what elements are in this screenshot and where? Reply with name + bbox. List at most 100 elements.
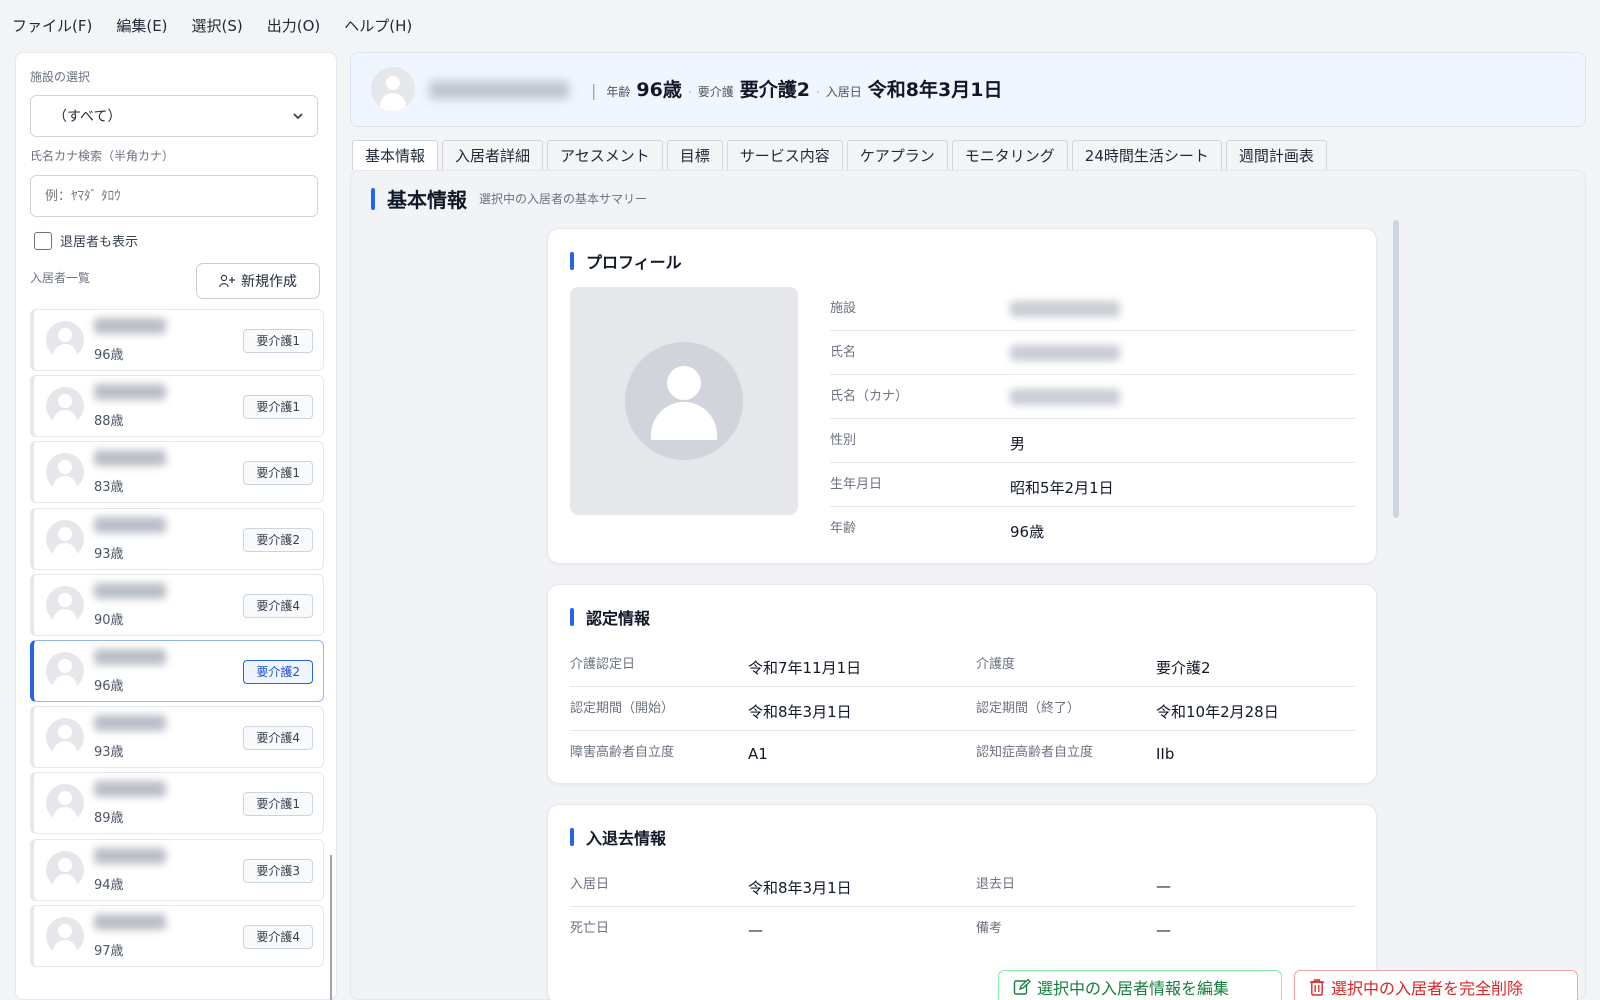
field-value: 令和7年11月1日 <box>748 659 862 677</box>
resident-list-item[interactable]: 90歳 要介護4 <box>30 573 324 636</box>
list-scrollbar[interactable] <box>330 855 332 1000</box>
delete-resident-label: 選択中の入居者を完全削除 <box>1331 979 1524 998</box>
move-in-label: 入居日 <box>825 85 862 99</box>
care-label: 要介護 <box>697 85 734 99</box>
resident-name-redacted <box>94 913 166 930</box>
summary-info: | 年齢 96歳 · 要介護 要介護2 · 入居日 令和8年3月1日 <box>581 75 1002 102</box>
tab-3[interactable]: 目標 <box>666 140 723 170</box>
facility-select[interactable]: （すべて） <box>30 95 318 137</box>
care-level-badge: 要介護4 <box>243 593 313 618</box>
menu-output[interactable]: 出力(O) <box>267 15 321 36</box>
info-row: 死亡日 — 備考 — <box>570 907 1356 951</box>
profile-row: 年齢 96歳 <box>830 507 1356 551</box>
field-label: 死亡日 <box>570 921 610 936</box>
checkbox-box[interactable] <box>34 231 52 250</box>
avatar <box>46 519 84 558</box>
tab-0[interactable]: 基本情報 <box>352 140 439 170</box>
menu-help[interactable]: ヘルプ(H) <box>344 15 412 36</box>
avatar <box>46 585 84 624</box>
profile-key: 生年月日 <box>830 477 883 492</box>
resident-list-item[interactable]: 93歳 要介護2 <box>30 507 324 570</box>
resident-list-item[interactable]: 97歳 要介護4 <box>30 904 324 967</box>
avatar <box>371 67 415 111</box>
resident-list-item[interactable]: 93歳 要介護4 <box>30 706 324 769</box>
field-value: 令和8年3月1日 <box>748 879 852 897</box>
section-title-text: 基本情報 <box>387 188 467 212</box>
facility-select-value: （すべて） <box>53 109 122 125</box>
section-title: 基本情報 選択中の入居者の基本サマリー <box>371 184 647 213</box>
resident-age: 96歳 <box>94 678 124 694</box>
avatar <box>46 784 84 823</box>
resident-list-label: 入居者一覧 <box>30 271 91 285</box>
resident-list-item[interactable]: 89歳 要介護1 <box>30 772 324 835</box>
show-retired-label: 退居者も表示 <box>60 235 139 250</box>
tab-1[interactable]: 入居者詳細 <box>442 140 544 170</box>
edit-resident-label: 選択中の入居者情報を編集 <box>1037 979 1230 998</box>
resident-list-item[interactable]: 83歳 要介護1 <box>30 441 324 504</box>
field-label: 障害高齢者自立度 <box>570 745 675 760</box>
profile-row: 氏名 <box>830 331 1356 375</box>
resident-list-item[interactable]: 94歳 要介護3 <box>30 838 324 901</box>
edit-resident-button[interactable]: 選択中の入居者情報を編集 <box>998 970 1282 1000</box>
avatar <box>46 387 84 426</box>
field-label: 認定期間（開始） <box>570 701 675 716</box>
resident-name-redacted <box>94 516 166 533</box>
resident-list-item[interactable]: 96歳 要介護1 <box>30 309 324 371</box>
moving-title: 入退去情報 <box>586 829 667 848</box>
edit-icon <box>1013 978 1031 995</box>
resident-list-item[interactable]: 88歳 要介護1 <box>30 375 324 438</box>
resident-name-redacted <box>429 81 569 99</box>
content-scrollbar[interactable] <box>1393 220 1399 518</box>
tab-2[interactable]: アセスメント <box>547 140 663 170</box>
info-row: 認定期間（開始） 令和8年3月1日 認定期間（終了） 令和10年2月28日 <box>570 687 1356 731</box>
kana-search-input[interactable] <box>30 175 318 217</box>
trash-icon <box>1310 979 1324 996</box>
care-level-badge: 要介護4 <box>243 726 313 751</box>
resident-name-redacted <box>94 715 166 732</box>
field-label: 退去日 <box>976 877 1016 892</box>
field-label: 備考 <box>976 921 1003 936</box>
profile-key: 施設 <box>830 301 857 316</box>
field-value: — <box>1156 921 1171 939</box>
menu-edit[interactable]: 編集(E) <box>116 15 167 36</box>
profile-key: 氏名 <box>830 345 857 360</box>
new-resident-label: 新規作成 <box>241 274 297 290</box>
section-subtitle: 選択中の入居者の基本サマリー <box>479 192 648 206</box>
resident-name-redacted <box>94 384 166 401</box>
avatar <box>46 453 84 492</box>
care-level-badge: 要介護1 <box>243 461 313 486</box>
avatar <box>46 321 84 359</box>
tab-4[interactable]: サービス内容 <box>726 140 843 170</box>
profile-row: 生年月日 昭和5年2月1日 <box>830 463 1356 507</box>
add-user-icon <box>219 274 235 288</box>
tab-8[interactable]: 週間計画表 <box>1225 140 1327 170</box>
show-retired-checkbox[interactable]: 退居者も表示 <box>34 231 138 250</box>
resident-age: 89歳 <box>94 811 124 827</box>
field-value: 令和10年2月28日 <box>1156 703 1279 721</box>
profile-row: 性別 男 <box>830 419 1356 463</box>
kana-search-label: 氏名カナ検索（半角カナ） <box>30 149 175 163</box>
new-resident-button[interactable]: 新規作成 <box>196 263 320 299</box>
sidebar: 施設の選択 （すべて） 氏名カナ検索（半角カナ） 退居者も表示 入居者一覧 新規… <box>15 52 337 1000</box>
resident-age: 88歳 <box>94 414 124 430</box>
tab-6[interactable]: モニタリング <box>951 140 1068 170</box>
care-level-badge: 要介護1 <box>243 329 313 353</box>
profile-value: 男 <box>1010 435 1026 453</box>
tab-5[interactable]: ケアプラン <box>846 140 948 170</box>
resident-list: 96歳 要介護1 88歳 要介護1 83歳 要介護1 93歳 要介護2 90歳 要介護4 96歳 要介… <box>30 309 324 971</box>
profile-key: 年齢 <box>830 521 857 536</box>
resident-list-item[interactable]: 96歳 要介護2 <box>30 639 324 702</box>
delete-resident-button[interactable]: 選択中の入居者を完全削除 <box>1294 970 1578 1000</box>
tab-7[interactable]: 24時間生活シート <box>1071 140 1222 170</box>
avatar <box>46 850 84 889</box>
profile-key: 氏名（カナ） <box>830 389 909 404</box>
person-icon <box>625 342 743 460</box>
resident-age: 97歳 <box>94 943 124 959</box>
care-level-badge: 要介護4 <box>243 924 313 949</box>
resident-name-redacted <box>94 318 166 334</box>
resident-name-redacted <box>94 450 166 467</box>
menu-select[interactable]: 選択(S) <box>192 15 243 36</box>
resident-age: 96歳 <box>94 348 124 363</box>
profile-title: プロフィール <box>586 253 682 272</box>
menu-file[interactable]: ファイル(F) <box>12 15 92 36</box>
